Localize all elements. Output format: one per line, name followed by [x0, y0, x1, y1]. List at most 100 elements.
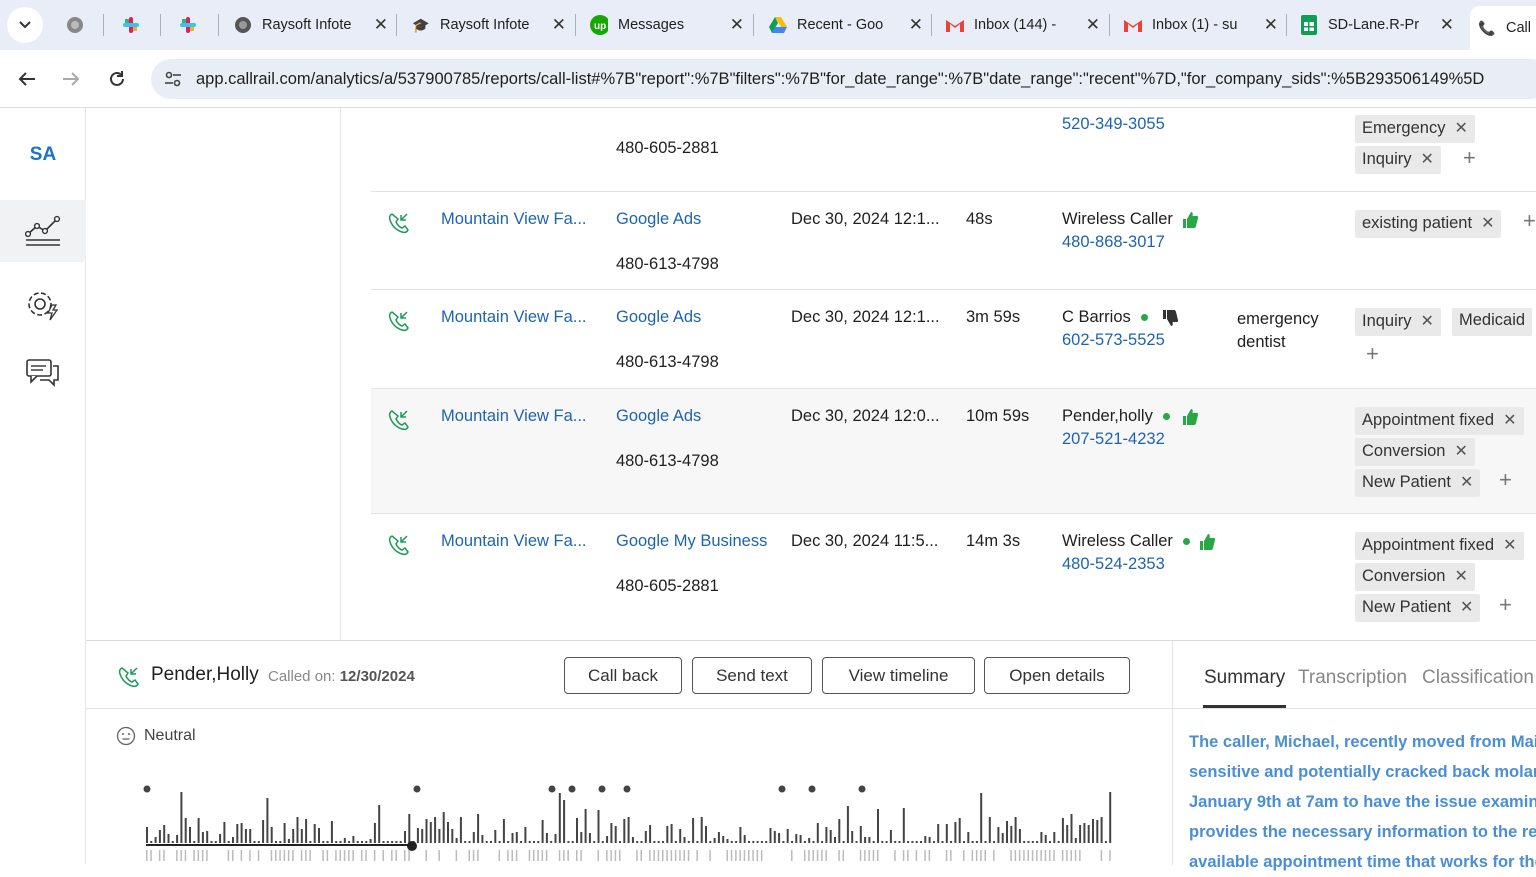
waveform-bar — [975, 841, 978, 843]
add-tag-icon[interactable]: + — [1499, 467, 1512, 493]
sidebar-item-conversations[interactable] — [0, 342, 86, 404]
company-link[interactable]: Mountain View Fa... — [441, 532, 587, 551]
tag-chip: Inquiry ✕ — [1355, 146, 1441, 174]
thumbs-up-icon[interactable] — [1182, 408, 1199, 426]
add-tag-icon[interactable]: + — [1499, 592, 1512, 618]
waveform-bar-lower — [808, 850, 810, 861]
company-link[interactable]: Mountain View Fa... — [441, 210, 587, 229]
waveform-bar — [717, 832, 720, 843]
waveform-bar — [404, 831, 406, 843]
thumbs-down-icon[interactable] — [1162, 309, 1179, 327]
waveform-bar — [872, 841, 875, 843]
source-link[interactable]: Google Ads — [616, 210, 701, 229]
remove-tag-icon[interactable]: ✕ — [1421, 313, 1434, 330]
waveform-bar — [563, 800, 566, 843]
remove-tag-icon[interactable]: ✕ — [1460, 474, 1473, 491]
analytics-chart-icon — [25, 215, 61, 246]
browser-tab-6[interactable]: up Messages ✕ — [582, 6, 752, 44]
waveform-bar-lower — [404, 850, 406, 861]
audio-waveform[interactable] — [141, 781, 1141, 861]
waveform-bar — [326, 841, 329, 843]
add-tag-icon[interactable]: + — [1523, 208, 1536, 234]
remove-tag-icon[interactable]: ✕ — [1503, 412, 1516, 429]
close-tab-icon[interactable]: ✕ — [730, 15, 744, 35]
send-text-button[interactable]: Send text — [692, 657, 812, 694]
waveform-bar — [997, 827, 1000, 843]
caller-number-link[interactable]: 480-524-2353 — [1062, 555, 1165, 574]
waveform-bar — [429, 822, 432, 843]
remove-tag-icon[interactable]: ✕ — [1454, 120, 1467, 137]
browser-tab-5[interactable]: 🎓 Raysoft Infote ✕ — [404, 6, 574, 44]
close-tab-icon[interactable]: ✕ — [374, 15, 388, 35]
waveform-bar-lower — [373, 850, 376, 861]
account-initials[interactable]: SA — [0, 144, 86, 166]
source-link[interactable]: Google Ads — [616, 407, 701, 426]
table-row[interactable]: Mountain View Fa... Google My Business 4… — [371, 514, 1536, 640]
tab-summary[interactable]: Summary — [1204, 667, 1285, 689]
remove-tag-icon[interactable]: ✕ — [1454, 568, 1467, 585]
browser-tab-9[interactable]: Inbox (1) - su ✕ — [1116, 6, 1286, 44]
open-details-button[interactable]: Open details — [984, 657, 1130, 694]
waveform-bar — [705, 826, 707, 843]
close-tab-icon[interactable]: ✕ — [1440, 15, 1454, 35]
close-tab-icon[interactable]: ✕ — [1264, 15, 1278, 35]
waveform-bar-lower — [1049, 850, 1051, 861]
table-row[interactable]: Mountain View Fa... Google Ads 480-613-4… — [371, 192, 1536, 290]
site-info-icon[interactable] — [163, 69, 183, 89]
tab-transcription[interactable]: Transcription — [1298, 667, 1407, 689]
phone-icon: 📞 — [1478, 19, 1496, 36]
company-link[interactable]: Mountain View Fa... — [441, 308, 587, 327]
browser-tab-active[interactable]: 📞 Call — [1470, 6, 1536, 50]
table-row-selected[interactable]: Mountain View Fa... Google Ads 480-613-4… — [371, 389, 1536, 514]
waveform-bar-lower — [825, 850, 827, 861]
waveform-bar-lower — [756, 850, 759, 861]
source-link[interactable]: Google My Business — [616, 532, 767, 551]
caller-number-link[interactable]: 520-349-3055 — [1062, 115, 1165, 134]
browser-tab-8[interactable]: Inbox (144) - ✕ — [938, 6, 1108, 44]
remove-tag-icon[interactable]: ✕ — [1421, 151, 1434, 168]
reload-button[interactable] — [100, 62, 134, 96]
waveform-bar-lower — [425, 850, 427, 861]
waveform-bar — [554, 834, 557, 843]
add-tag-icon[interactable]: + — [1366, 341, 1379, 367]
table-row[interactable]: 480-605-2881 520-349-3055 Emergency ✕ Inq… — [371, 108, 1536, 192]
waveform-marker — [623, 785, 631, 793]
back-button[interactable] — [10, 62, 44, 96]
browser-tab-7[interactable]: Recent - Goo ✕ — [761, 6, 931, 44]
call-back-button[interactable]: Call back — [564, 657, 682, 694]
company-link[interactable]: Mountain View Fa... — [441, 407, 587, 426]
sidebar-item-settings[interactable] — [0, 273, 86, 335]
table-row[interactable]: Mountain View Fa... Google Ads 480-613-4… — [371, 290, 1536, 389]
caller-number-link[interactable]: 602-573-5525 — [1062, 331, 1165, 350]
address-bar[interactable]: app.callrail.com/analytics/a/537900785/r… — [151, 59, 1536, 99]
browser-tab-2[interactable] — [114, 6, 158, 44]
tab-classification[interactable]: Classification — [1422, 667, 1534, 689]
browser-tab-1[interactable] — [58, 6, 102, 44]
forward-button[interactable] — [54, 62, 88, 96]
waveform-bar — [1001, 833, 1004, 843]
remove-tag-icon[interactable]: ✕ — [1503, 537, 1516, 554]
browser-tab-4[interactable]: Raysoft Infote ✕ — [226, 6, 396, 44]
caller-number-link[interactable]: 480-868-3017 — [1062, 233, 1165, 252]
close-tab-icon[interactable]: ✕ — [1086, 15, 1100, 35]
remove-tag-icon[interactable]: ✕ — [1460, 599, 1473, 616]
remove-tag-icon[interactable]: ✕ — [1454, 443, 1467, 460]
thumbs-up-icon[interactable] — [1182, 211, 1198, 229]
status-dot — [1162, 413, 1170, 421]
close-tab-icon[interactable]: ✕ — [909, 15, 923, 35]
thumbs-up-icon[interactable] — [1199, 533, 1215, 551]
waveform-bar — [851, 831, 854, 843]
sidebar-item-analytics[interactable] — [0, 200, 86, 262]
browser-tab-3[interactable] — [171, 6, 215, 44]
close-tab-icon[interactable]: ✕ — [552, 15, 566, 35]
waveform-bar-lower — [563, 850, 565, 861]
caller-number-link[interactable]: 207-521-4232 — [1062, 430, 1165, 449]
view-timeline-button[interactable]: View timeline — [822, 657, 975, 694]
remove-tag-icon[interactable]: ✕ — [1481, 215, 1494, 232]
waveform-bar — [778, 833, 781, 843]
source-link[interactable]: Google Ads — [616, 308, 701, 327]
tab-search-button[interactable] — [7, 7, 43, 43]
browser-tab-10[interactable]: SD-Lane.R-Pr ✕ — [1292, 6, 1462, 44]
add-tag-icon[interactable]: + — [1463, 145, 1476, 171]
waveform-bar-lower — [842, 850, 845, 861]
